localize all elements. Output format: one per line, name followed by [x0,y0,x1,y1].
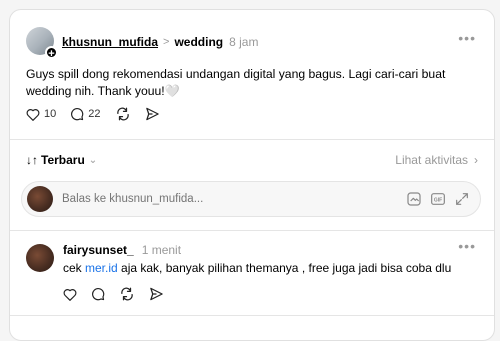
follow-plus-icon[interactable]: + [45,46,58,60]
current-user-avatar [27,186,53,212]
comment-text-after: aja kak, banyak pilihan themanya , free … [117,261,452,275]
sticker-icon[interactable] [406,191,422,212]
white-heart-emoji: 🤍 [164,84,180,98]
send-icon[interactable] [149,287,164,306]
svg-text:GIF: GIF [434,197,442,203]
divider [10,315,494,316]
like-count: 10 [44,108,57,120]
commenter-username[interactable]: fairysunset_ [63,243,134,257]
author-avatar[interactable]: + [26,27,58,60]
more-icon[interactable]: ••• [458,238,476,254]
thread-card: + khusnun_mufida > wedding 8 jam ••• Guy… [9,9,495,341]
reply-tools: GIF [398,191,470,212]
comment-icon [71,108,84,121]
comment-text-before: cek [63,261,86,275]
comment-timestamp: 1 menit [141,243,182,257]
commenter-avatar[interactable] [26,244,54,272]
post-text: Guys spill dong rekomendasi undangan dig… [26,67,446,98]
like-button[interactable]: 10 [26,108,56,121]
post-body: Guys spill dong rekomendasi undangan dig… [26,66,482,100]
author-username[interactable]: khusnun_mufida [62,35,158,49]
sort-label: Terbaru [41,153,85,167]
comment-actions [63,287,178,306]
view-activity-link[interactable]: Lihat aktivitas › [395,153,478,167]
heart-icon[interactable] [63,288,77,306]
gif-icon[interactable]: GIF [430,191,446,212]
comment-button[interactable]: 22 [70,107,101,121]
expand-icon[interactable] [454,191,470,212]
reply-box[interactable]: GIF [21,181,481,217]
more-icon[interactable]: ••• [458,30,476,46]
send-icon [145,107,159,121]
comment-header: fairysunset_ 1 menit [63,242,181,258]
repost-icon [116,107,129,121]
sort-arrows-icon: ↓↑ [26,153,38,167]
sort-dropdown[interactable]: ↓↑ Terbaru ⌄ [26,153,97,167]
sort-row: ↓↑ Terbaru ⌄ Lihat aktivitas › [26,151,478,169]
repost-icon[interactable] [119,287,135,306]
post-header: khusnun_mufida > wedding 8 jam [62,34,258,50]
view-activity-label: Lihat aktivitas [395,153,468,167]
chevron-down-icon: ⌄ [88,154,98,166]
divider [10,139,494,140]
reply-input[interactable] [62,190,362,208]
heart-icon [26,108,40,121]
comment-body: cek mer.id aja kak, banyak pilihan thema… [63,260,451,276]
comment-count: 22 [88,108,101,120]
post-timestamp: 8 jam [229,35,259,49]
share-button[interactable] [145,107,160,121]
comment-link[interactable]: mer.id [85,261,118,275]
topic-tag[interactable]: wedding [174,35,223,49]
topic-separator-icon: > [163,36,170,48]
post-actions: 10 22 [26,107,174,121]
repost-button[interactable] [115,107,131,121]
divider [10,230,494,231]
comment-icon[interactable] [91,287,105,306]
chevron-right-icon: › [474,153,478,167]
